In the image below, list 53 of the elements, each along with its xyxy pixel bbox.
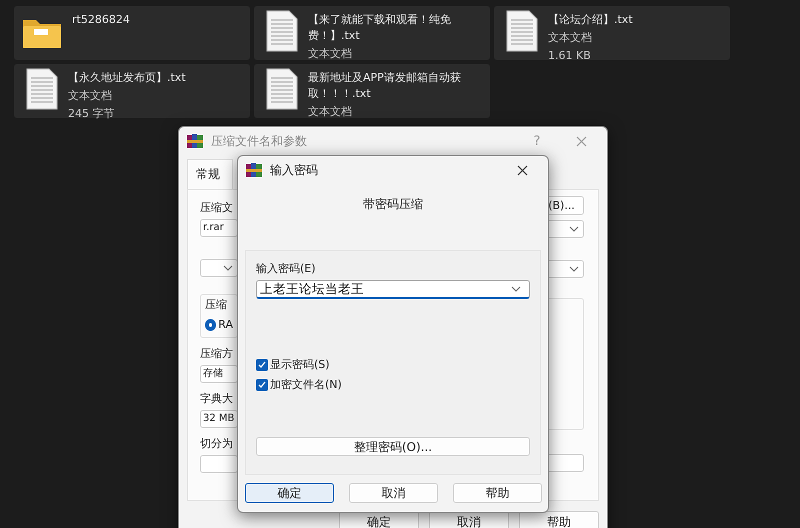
checkbox-label: 显示密码(S) (270, 357, 330, 373)
file-tile[interactable]: 【永久地址发布页】.txt 文本文档 245 字节 (14, 64, 250, 118)
organize-button[interactable]: 整理密码(O)... (256, 437, 530, 456)
document-icon (26, 68, 58, 110)
text-field[interactable]: 存储 (200, 365, 238, 383)
close-icon (576, 136, 586, 146)
chevron-down-icon (569, 266, 579, 272)
file-tile[interactable]: 最新地址及APP请发邮箱自动获取！！！.txt 文本文档 (254, 64, 490, 118)
window-title: 输入密码 (270, 162, 319, 178)
checkbox[interactable] (256, 379, 268, 391)
dialog-button[interactable]: 取消 (349, 483, 438, 503)
field-label: 压缩文 (200, 200, 234, 216)
field-label: 压缩方 (200, 346, 234, 362)
password-field[interactable]: 上老王论坛当老王 (256, 280, 530, 299)
document-icon (266, 10, 298, 52)
document-icon (506, 10, 538, 52)
radio-label: RA (218, 317, 233, 333)
books-icon (246, 162, 262, 178)
dialog-button[interactable]: 帮助 (453, 483, 542, 503)
dialog-button[interactable]: 帮助 (519, 511, 599, 528)
file-tile[interactable]: 【论坛介绍】.txt 文本文档 1.61 KB (494, 6, 730, 60)
file-type: 文本文档 (308, 104, 353, 120)
file-name: 最新地址及APP请发邮箱自动获取！！！.txt (308, 70, 462, 102)
group-title: 压缩 (205, 297, 228, 313)
chevron-down-icon (569, 226, 579, 232)
checkbox[interactable] (256, 359, 268, 371)
window-title: 压缩文件名和参数 (211, 132, 308, 150)
close-icon (516, 164, 528, 176)
text-field[interactable]: r.rar (200, 219, 238, 237)
file-name: 【永久地址发布页】.txt (68, 70, 186, 86)
text-field[interactable]: 32 MB (200, 410, 238, 428)
books-icon (187, 133, 203, 149)
field-label: 输入密码(E) (256, 261, 317, 277)
field-label: 字典大 (200, 391, 234, 407)
file-name: 【论坛介绍】.txt (548, 12, 633, 28)
file-name: rt5286824 (72, 12, 130, 28)
checkbox-label: 加密文件名(N) (270, 377, 342, 393)
tab[interactable]: 常规 (187, 159, 233, 189)
document-icon (266, 68, 298, 110)
dropdown[interactable] (200, 259, 238, 277)
file-name: 【来了就能下载和观看！纯免费！】.txt (308, 12, 452, 44)
chevron-down-icon (511, 286, 521, 292)
file-type: 文本文档 (548, 30, 593, 46)
radio-button[interactable] (205, 319, 216, 331)
dialog-button[interactable]: 确定 (245, 483, 334, 503)
chevron-down-icon (223, 265, 233, 271)
file-type: 文本文档 (308, 46, 353, 62)
file-tile[interactable]: 【来了就能下载和观看！纯免费！】.txt 文本文档 (254, 6, 490, 60)
dialog-heading: 带密码压缩 (363, 196, 423, 213)
field-label: 切分为 (200, 436, 234, 452)
text-field[interactable] (200, 455, 238, 473)
file-tile[interactable]: rt5286824 (14, 6, 250, 60)
file-type: 文本文档 (68, 88, 113, 104)
